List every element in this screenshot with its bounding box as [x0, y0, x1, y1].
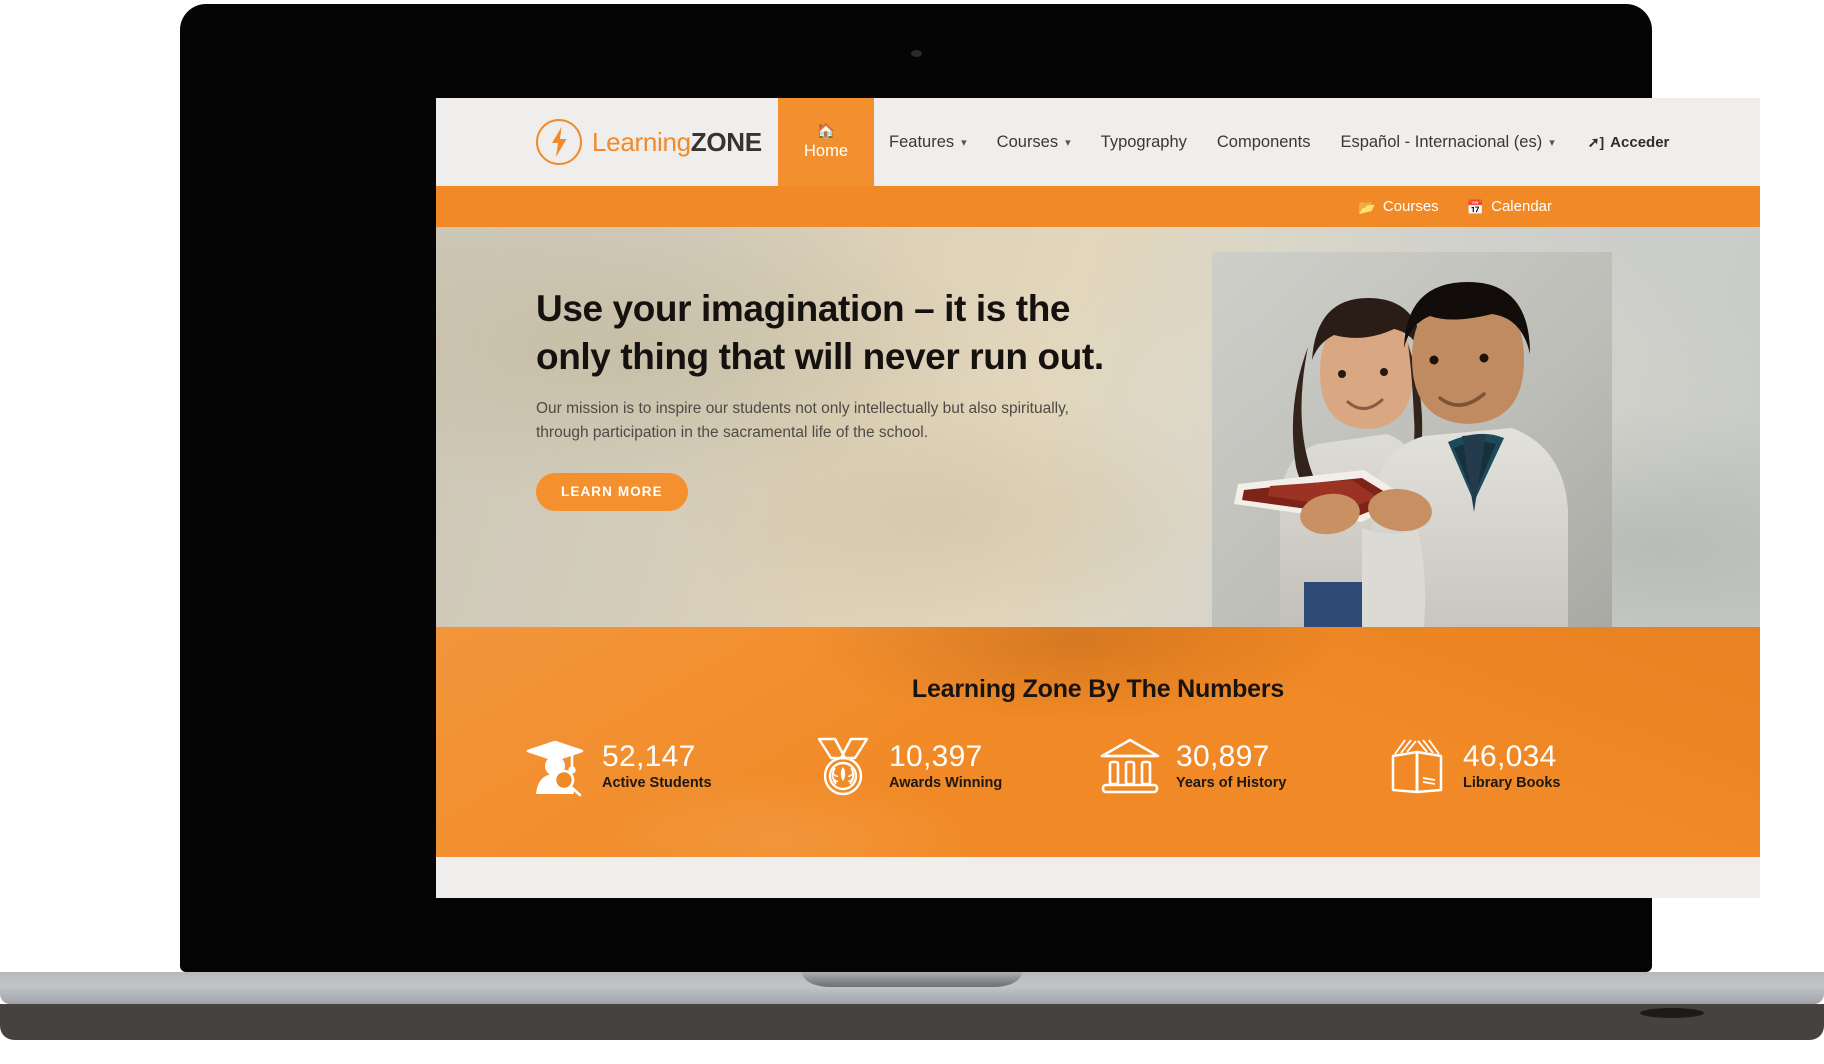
nav-item-courses-label: Courses	[996, 132, 1059, 151]
nav-item-language[interactable]: Español - Internacional (es) ▾	[1325, 98, 1569, 186]
home-icon: 🏠	[816, 122, 836, 140]
stat-item-years-of-history: 30,897 Years of History	[1098, 734, 1385, 798]
sign-in-icon: ➚]	[1587, 133, 1605, 150]
stat-value: 10,397	[889, 739, 983, 773]
subnav-item-calendar-label: Calendar	[1491, 198, 1552, 215]
stat-value: 52,147	[602, 739, 696, 773]
logo-text-primary: Learning	[592, 126, 691, 157]
graduate-search-icon	[526, 740, 584, 797]
chevron-down-icon: ▾	[961, 136, 967, 149]
site-logo[interactable]: LearningZONE	[436, 98, 778, 186]
hero-title-line-2: only thing that will never run out.	[536, 336, 1104, 378]
hero-subtitle: Our mission is to inspire our students n…	[536, 397, 1081, 445]
open-book-icon	[1391, 739, 1443, 794]
stats-row: 52,147 Active Students 10,397 Awards Win…	[436, 704, 1760, 798]
lightning-bolt-circle-icon	[536, 119, 582, 165]
stat-label: Library Books	[1463, 775, 1561, 792]
hero-section: Use your imagination – it is the only th…	[436, 227, 1760, 627]
laptop-foot	[0, 1004, 1824, 1040]
stats-title: Learning Zone By The Numbers	[911, 675, 1285, 703]
nav-item-home-label: Home	[804, 141, 849, 160]
subnav-item-calendar[interactable]: 📅 Calendar	[1467, 198, 1552, 215]
subnav-item-courses-label: Courses	[1382, 198, 1439, 215]
lightning-bolt-icon	[552, 127, 567, 157]
hero-title-line-1: Use your imagination – it is the	[536, 288, 1071, 329]
learn-more-button[interactable]: LEARN MORE	[536, 473, 688, 512]
login-label: Acceder	[1610, 133, 1670, 151]
hero-subtitle-line-1: Our mission is to inspire our students n…	[536, 400, 1069, 418]
stat-value: 46,034	[1463, 739, 1557, 773]
subnav-item-courses[interactable]: 📂 Courses	[1358, 198, 1438, 215]
chevron-down-icon: ▾	[1549, 136, 1555, 149]
nav-item-typography[interactable]: Typography	[1086, 98, 1202, 186]
folder-open-icon: 📂	[1358, 198, 1376, 215]
hero-copy: Use your imagination – it is the only th…	[536, 285, 1136, 512]
chevron-down-icon: ▾	[1065, 136, 1071, 149]
stat-item-active-students: 52,147 Active Students	[524, 734, 811, 798]
laptop-foot-detail	[1640, 1008, 1704, 1018]
hero-title: Use your imagination – it is the only th…	[536, 285, 1136, 381]
medal-icon	[817, 737, 869, 796]
stat-label: Years of History	[1176, 775, 1287, 792]
museum-icon	[1100, 738, 1160, 794]
laptop-trackpad-notch	[802, 972, 1022, 987]
stat-value: 30,897	[1176, 739, 1270, 773]
hero-subtitle-line-2: through participation in the sacramental…	[536, 424, 929, 442]
logo-text-secondary: ZONE	[690, 126, 762, 157]
stat-label: Active Students	[602, 775, 712, 792]
stats-section: Learning Zone By The Numbers 52,147 Acti…	[436, 627, 1760, 857]
nav-item-features-label: Features	[889, 132, 955, 151]
nav-item-components-label: Components	[1216, 132, 1311, 151]
stat-item-awards-winning: 10,397 Awards Winning	[811, 734, 1098, 798]
nav-item-components[interactable]: Components	[1202, 98, 1326, 186]
site-header: LearningZONE 🏠 Home Features ▾ Courses ▾	[436, 98, 1760, 186]
screenshot-scene: LearningZONE 🏠 Home Features ▾ Courses ▾	[0, 0, 1824, 1064]
calendar-icon: 📅	[1466, 198, 1485, 215]
browser-viewport: LearningZONE 🏠 Home Features ▾ Courses ▾	[436, 98, 1760, 898]
logo-wordmark: LearningZONE	[592, 127, 762, 158]
login-link[interactable]: ➚] Acceder	[1588, 98, 1690, 186]
nav-item-courses[interactable]: Courses ▾	[982, 98, 1086, 186]
secondary-navigation: 📂 Courses 📅 Calendar	[436, 186, 1760, 227]
hero-image-students-reading	[1212, 252, 1612, 627]
nav-item-typography-label: Typography	[1100, 132, 1187, 151]
laptop-lid: LearningZONE 🏠 Home Features ▾ Courses ▾	[180, 4, 1760, 972]
stat-item-library-books: 46,034 Library Books	[1385, 734, 1672, 798]
main-navigation: 🏠 Home Features ▾ Courses ▾ Typography C…	[778, 98, 1760, 186]
nav-item-home[interactable]: 🏠 Home	[778, 98, 875, 186]
nav-item-features[interactable]: Features ▾	[874, 98, 982, 186]
stat-label: Awards Winning	[889, 775, 1003, 792]
laptop-camera-icon	[911, 50, 922, 57]
nav-item-language-label: Español - Internacional (es)	[1340, 132, 1543, 151]
